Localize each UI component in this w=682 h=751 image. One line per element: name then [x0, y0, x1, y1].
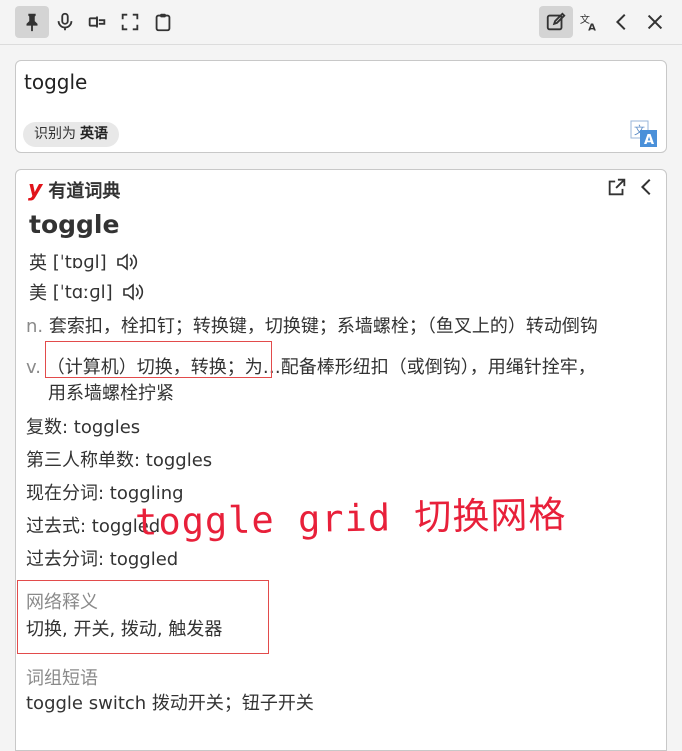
- screenshot-ocr-button[interactable]: [80, 6, 114, 38]
- back-button[interactable]: [605, 6, 639, 38]
- phonetic-ipa: [ˈtɒɡl]: [52, 251, 107, 273]
- source-text-card[interactable]: toggle 识别为 英语 文 A: [15, 60, 667, 153]
- svg-text:A: A: [588, 22, 596, 33]
- translate-button[interactable]: 文A: [572, 6, 606, 38]
- clipboard-button[interactable]: [146, 6, 180, 38]
- collapse-chevron-icon[interactable]: [636, 176, 658, 198]
- dictionary-card: y 有道词典 toggle 英 [ˈtɒɡl] 美 [ˈtɑːɡl] n. 套索…: [15, 169, 667, 751]
- word-form: 复数: toggles: [26, 417, 141, 438]
- definition-noun: n. 套索扣，栓扣钉；转换键，切换键；系墙螺栓；（鱼叉上的）转动倒钩: [26, 312, 598, 338]
- definition-verb-continued: 用系墙螺栓拧紧: [48, 383, 174, 404]
- headword: toggle: [29, 210, 120, 239]
- detected-language-badge[interactable]: 识别为 英语: [23, 122, 119, 147]
- phonetic-ipa: [ˈtɑːɡl]: [52, 281, 113, 303]
- microphone-button[interactable]: [48, 6, 82, 38]
- close-icon: [647, 14, 663, 30]
- phonetic-region: 美: [29, 283, 47, 304]
- edit-icon: [546, 12, 566, 31]
- part-of-speech: v.: [26, 357, 41, 378]
- handwritten-annotation: toggle grid 切换网格: [134, 493, 567, 544]
- detected-language: 英语: [80, 126, 108, 142]
- translate-icon[interactable]: 文 A: [630, 120, 658, 148]
- part-of-speech: n.: [26, 316, 44, 337]
- phonetic-uk: 英 [ˈtɒɡl]: [29, 249, 139, 275]
- pin-button[interactable]: [15, 6, 49, 38]
- microphone-icon: [57, 12, 73, 31]
- pin-icon: [26, 13, 38, 32]
- source-text-input[interactable]: toggle: [24, 70, 87, 94]
- open-external-icon[interactable]: [606, 176, 628, 198]
- close-button[interactable]: [638, 6, 672, 38]
- svg-text:A: A: [644, 133, 654, 148]
- word-form: 第三人称单数: toggles: [26, 450, 213, 471]
- edit-button[interactable]: [539, 6, 573, 38]
- fullscreen-icon: [121, 13, 139, 31]
- phonetic-region: 英: [29, 253, 47, 274]
- back-icon: [615, 13, 626, 31]
- youdao-logo: y: [28, 177, 43, 202]
- phrase-text: toggle switch 拨动开关；钮子开关: [26, 693, 314, 714]
- phrase-label: 词组短语: [26, 668, 98, 689]
- screenshot-ocr-icon: [88, 16, 106, 28]
- fullscreen-button[interactable]: [113, 6, 147, 38]
- clipboard-icon: [155, 13, 171, 32]
- speaker-icon[interactable]: [121, 281, 145, 303]
- phonetic-us: 美 [ˈtɑːɡl]: [29, 279, 145, 305]
- speaker-icon[interactable]: [115, 251, 139, 273]
- highlight-box-definition: [45, 341, 272, 378]
- definition-text: 套索扣，栓扣钉；转换键，切换键；系墙螺栓；（鱼叉上的）转动倒钩: [48, 316, 598, 337]
- word-form: 过去分词: toggled: [26, 549, 179, 570]
- dictionary-header: y 有道词典: [28, 177, 120, 203]
- highlight-box-web-definition: [17, 580, 269, 654]
- toolbar: 文A: [0, 0, 682, 45]
- translate-icon: 文A: [580, 13, 596, 33]
- detected-prefix: 识别为: [34, 126, 76, 142]
- dictionary-name: 有道词典: [48, 181, 121, 202]
